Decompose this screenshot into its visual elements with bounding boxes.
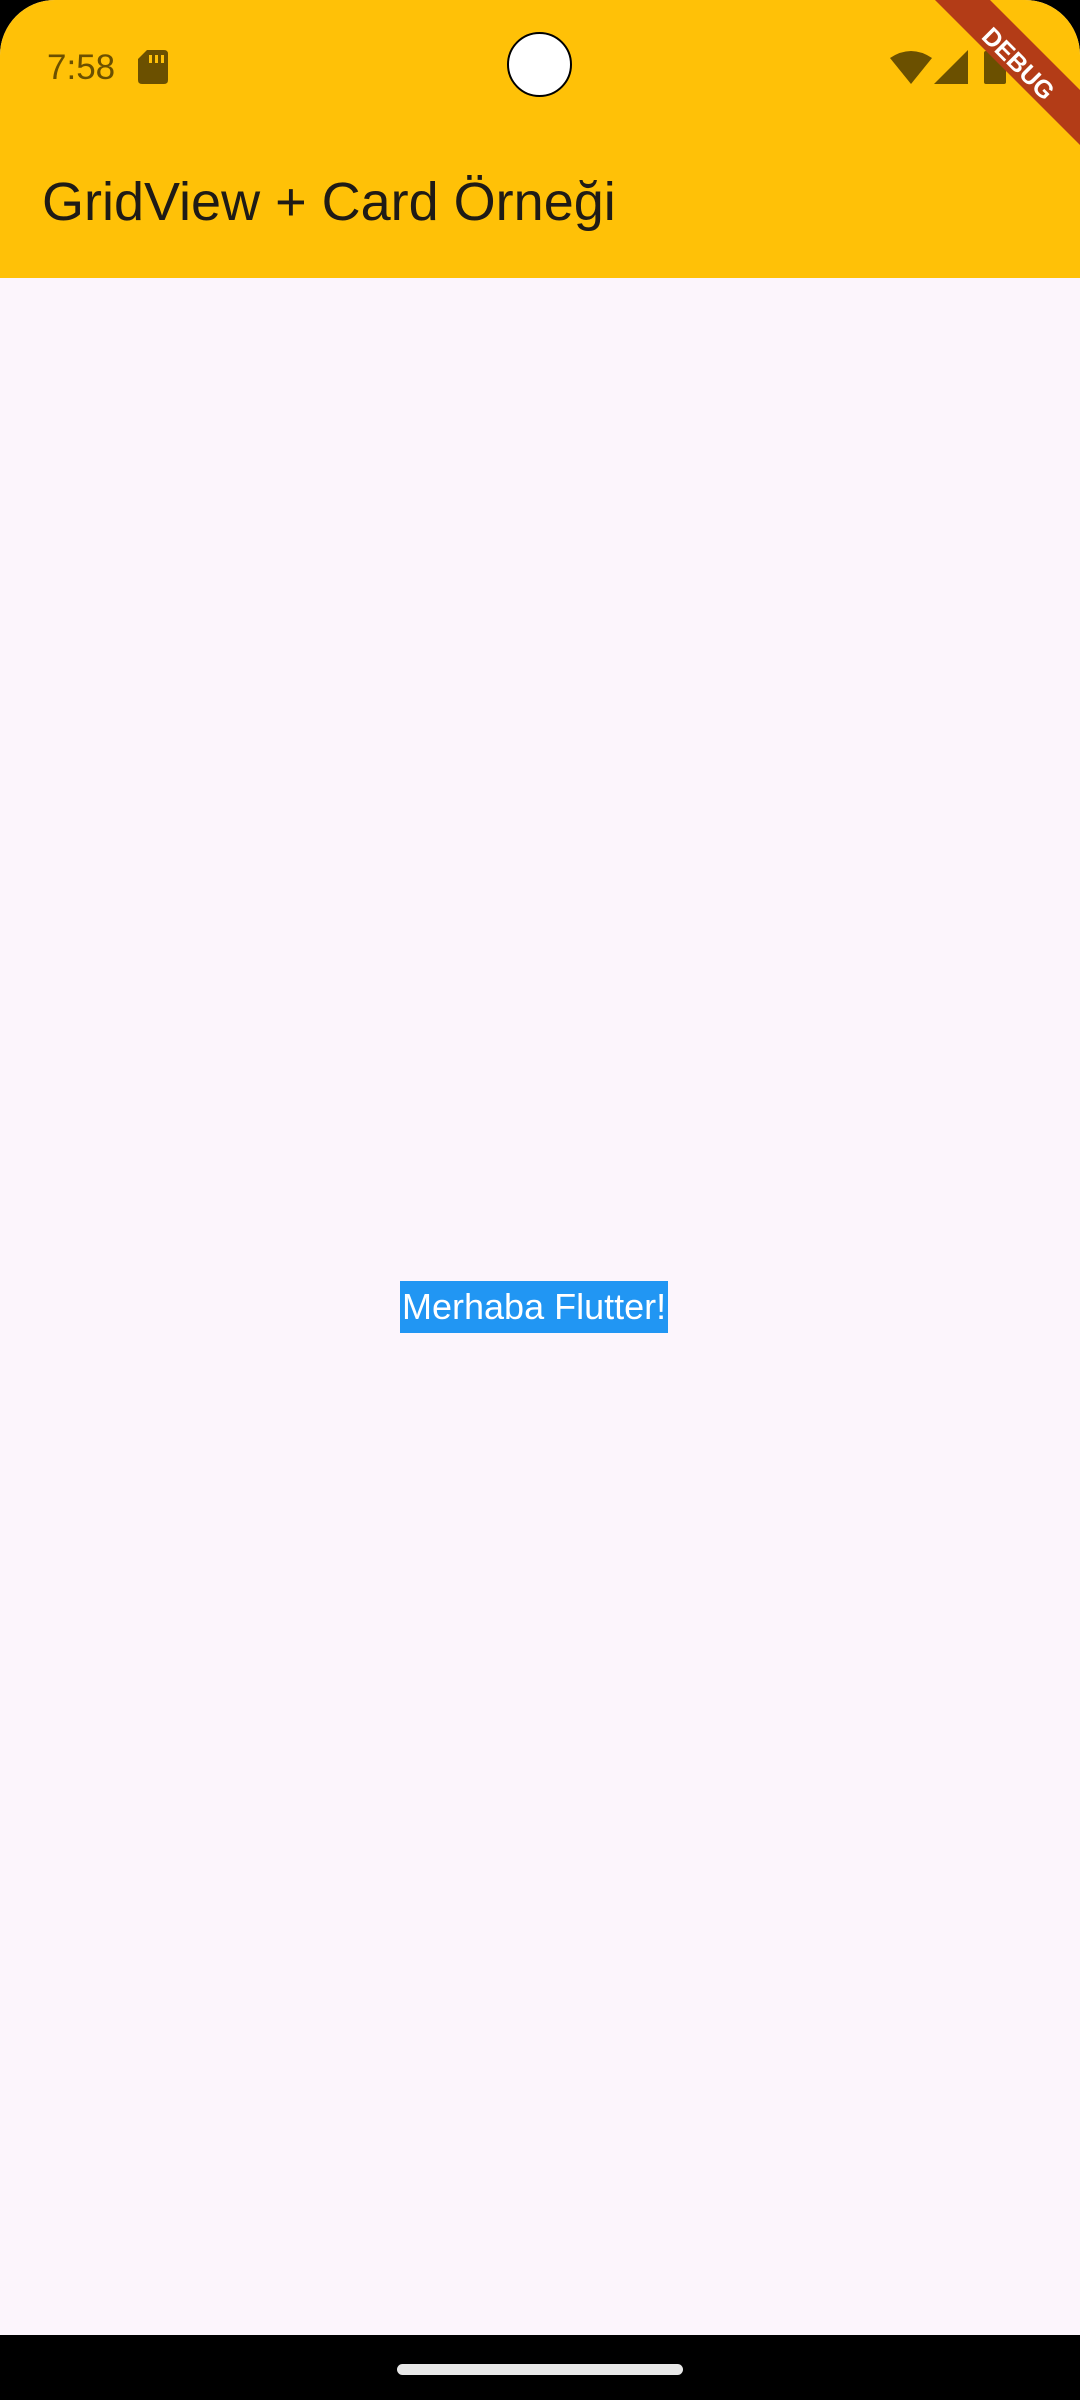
wifi-icon xyxy=(890,51,932,84)
app-bar-title: GridView + Card Örneği xyxy=(42,172,616,232)
app-window: 7:58 GridView + Card Örneği DEBUG Merhab… xyxy=(0,0,1080,2335)
status-time: 7:58 xyxy=(47,48,116,87)
greeting-text: Merhaba Flutter! xyxy=(400,1281,669,1333)
signal-icon xyxy=(934,50,968,84)
sd-card-icon xyxy=(138,50,168,84)
status-bar: 7:58 xyxy=(0,0,1080,134)
screen: 7:58 GridView + Card Örneği DEBUG Merhab… xyxy=(0,0,1080,2400)
camera-cutout xyxy=(507,32,572,97)
home-gesture-handle[interactable] xyxy=(397,2364,683,2375)
battery-icon xyxy=(984,48,1006,84)
app-bar: 7:58 GridView + Card Örneği xyxy=(0,0,1080,278)
